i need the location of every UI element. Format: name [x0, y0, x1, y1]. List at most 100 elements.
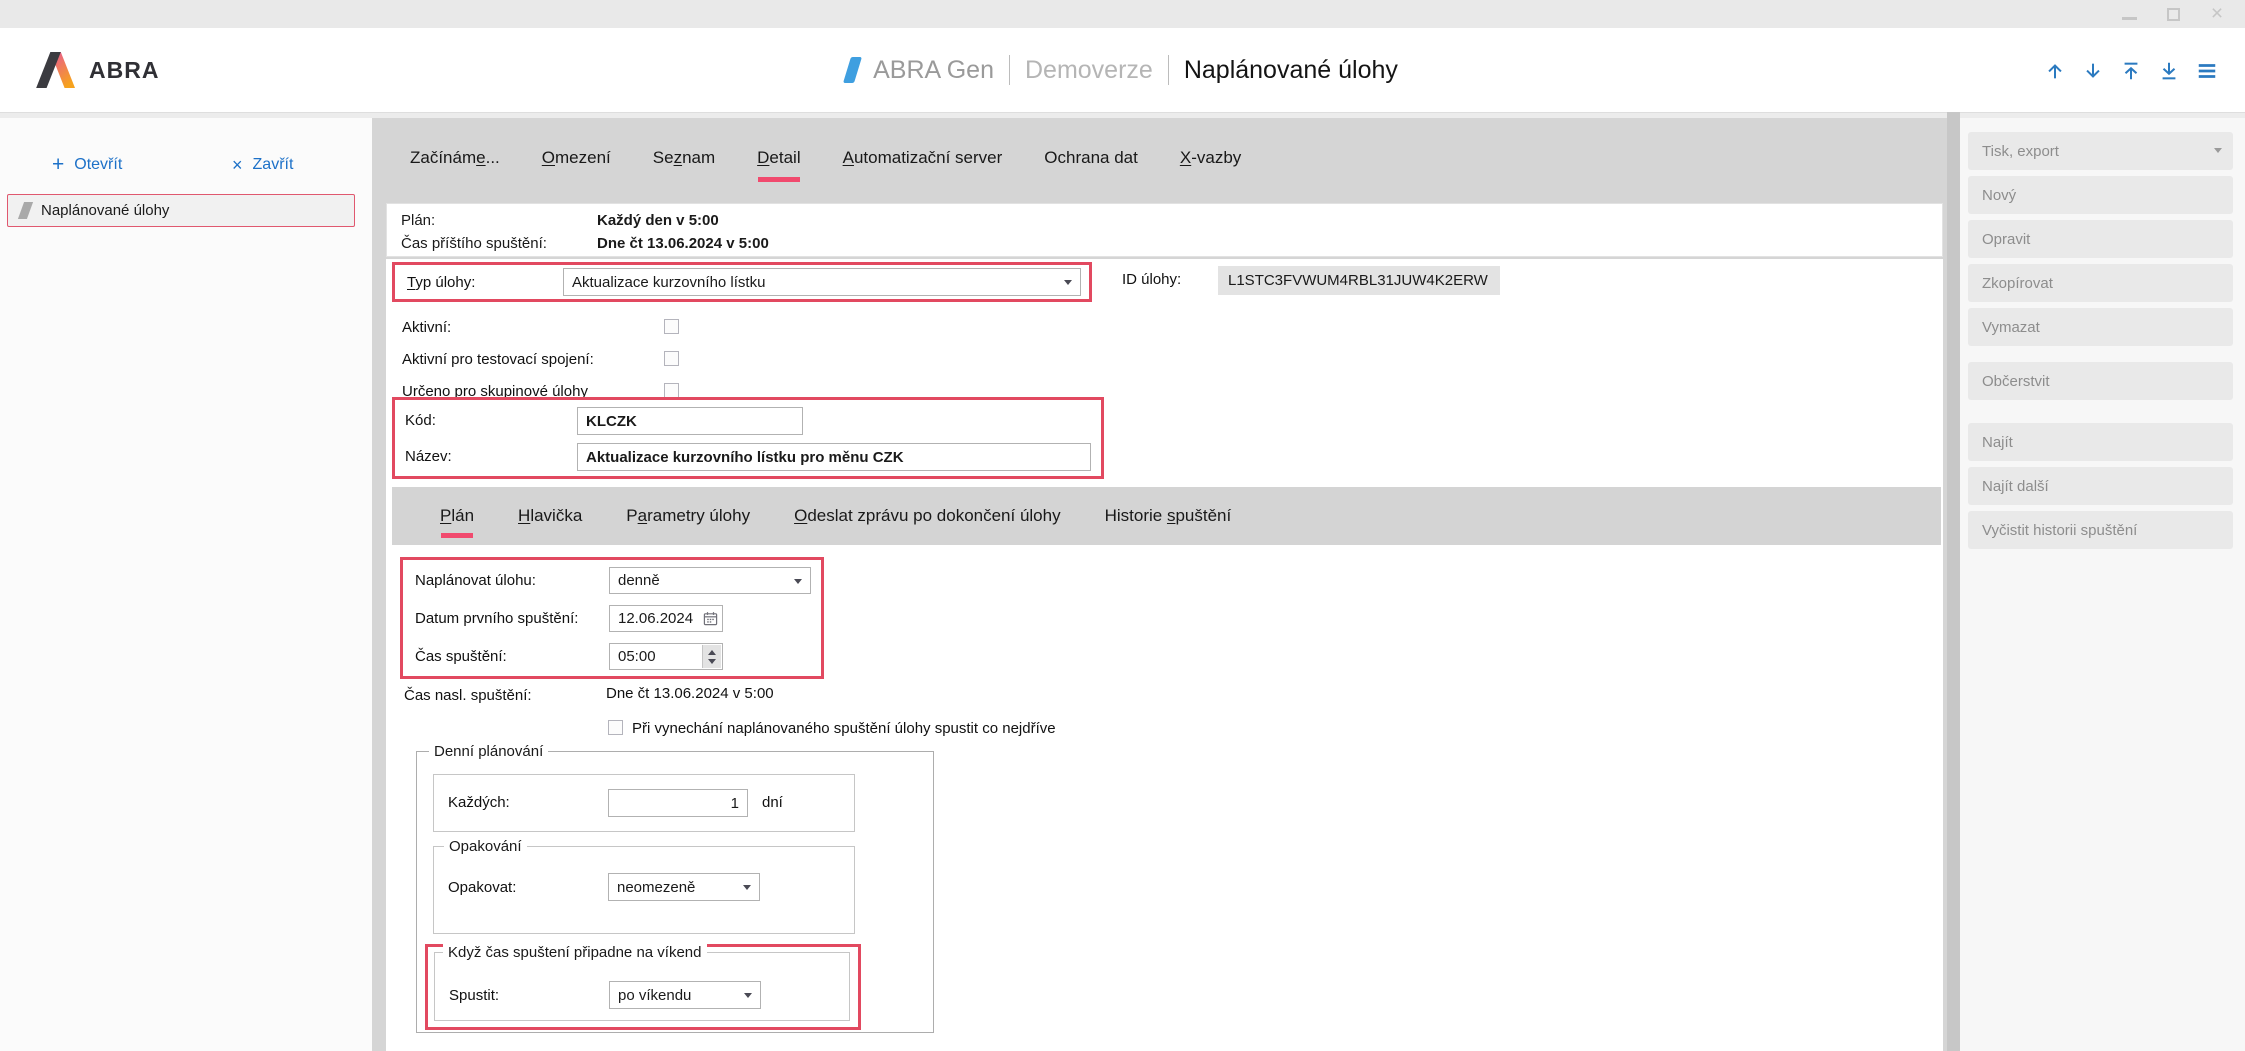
copy-button[interactable]: Zkopírovat — [1968, 264, 2233, 302]
weekend-run-dropdown[interactable]: po víkendu — [609, 981, 761, 1009]
subtab-historie-spusteni[interactable]: Historie spuštění — [1105, 506, 1232, 526]
weekend-run-label: Spustit: — [449, 987, 499, 1004]
active-checkbox[interactable] — [664, 319, 679, 334]
spinner-up-icon[interactable] — [708, 650, 716, 655]
new-label: Nový — [1982, 187, 2016, 204]
subtab-plan[interactable]: Plán — [440, 506, 474, 526]
tab-automatizacni-server[interactable]: Automatizační server — [843, 148, 1003, 168]
window-titlebar: × — [0, 0, 2245, 28]
schedule-highlight-box: Naplánovat úlohu: denně Datum prvního sp… — [400, 557, 824, 679]
group-task-checkbox[interactable] — [664, 383, 679, 398]
repeat-dropdown[interactable]: neomezeně — [608, 873, 760, 901]
arrow-up-icon[interactable] — [2042, 58, 2067, 83]
panel-divider[interactable] — [1947, 112, 1960, 1051]
schedule-dropdown[interactable]: denně — [609, 567, 811, 594]
action-panel: Tisk, export Nový Opravit Zkopírovat Vym… — [1960, 118, 2245, 1051]
daily-planning-title: Denní plánování — [429, 743, 548, 760]
next-run-value: Dne čt 13.06.2024 v 5:00 — [597, 232, 769, 255]
arrow-to-bottom-icon[interactable] — [2156, 58, 2181, 83]
arrow-down-icon[interactable] — [2080, 58, 2105, 83]
left-sidebar: + Otevřít × Zavřít Naplánované úlohy — [0, 118, 372, 1051]
code-label: Kód: — [405, 412, 436, 429]
code-name-highlight-box: Kód: KLCZK Název: Aktualizace kurzovního… — [392, 397, 1104, 479]
window-controls: × — [2121, 0, 2225, 28]
time-spinner[interactable] — [702, 645, 721, 668]
find-next-button[interactable]: Najít další — [1968, 467, 2233, 505]
next-run-label: Čas příštího spuštění: — [401, 232, 597, 255]
clear-history-label: Vyčistit historii spuštění — [1982, 522, 2137, 539]
chevron-down-icon — [2214, 148, 2222, 153]
main-content: Začínáme... Omezení Seznam Detail Automa… — [372, 118, 1947, 1051]
app-header: ABRA ABRA Gen Demoverze Naplánované úloh… — [0, 28, 2245, 113]
next-scheduled-value: Dne čt 13.06.2024 v 5:00 — [606, 685, 774, 702]
tab-zaciname[interactable]: Začínáme... — [410, 148, 500, 168]
every-n-days-box: Každých: 1 dní — [433, 774, 855, 832]
task-id-label: ID úlohy: — [1122, 271, 1181, 288]
menu-icon[interactable] — [2194, 58, 2219, 83]
open-button[interactable]: + Otevřít — [52, 156, 122, 174]
page-title: Naplánované úlohy — [1184, 56, 1398, 85]
next-scheduled-label: Čas nasl. spuštění: — [404, 687, 532, 704]
code-input[interactable]: KLCZK — [577, 407, 803, 435]
active-test-checkbox[interactable] — [664, 351, 679, 366]
arrow-to-top-icon[interactable] — [2118, 58, 2143, 83]
tab-seznam[interactable]: Seznam — [653, 148, 715, 168]
breadcrumb: ABRA Gen Demoverze Naplánované úlohy — [0, 28, 2245, 112]
plan-label: Plán: — [401, 209, 597, 232]
close-button-label: Zavřít — [253, 156, 294, 174]
calendar-icon[interactable] — [700, 608, 720, 629]
delete-button[interactable]: Vymazat — [1968, 308, 2233, 346]
breadcrumb-separator — [1168, 55, 1169, 85]
refresh-label: Občerstvit — [1982, 373, 2050, 390]
subtab-odeslat-zpravu[interactable]: Odeslat zprávu po dokončení úlohy — [794, 506, 1061, 526]
app-window: { "colors": {"accent_red": "#e24960", "a… — [0, 0, 2245, 1051]
repeat-group: Opakování Opakovat: neomezeně — [433, 846, 855, 934]
name-label: Název: — [405, 448, 452, 465]
tab-detail[interactable]: Detail — [757, 148, 800, 168]
clear-history-button[interactable]: Vyčistit historii spuštění — [1968, 511, 2233, 549]
task-type-value: Aktualizace kurzovního lístku — [572, 274, 765, 291]
edit-button[interactable]: Opravit — [1968, 220, 2233, 258]
spinner-down-icon[interactable] — [708, 659, 716, 664]
find-button[interactable]: Najít — [1968, 423, 2233, 461]
plan-value: Každý den v 5:00 — [597, 209, 719, 232]
detail-subtabs: Plán Hlavička Parametry úlohy Odeslat zp… — [392, 487, 1941, 545]
run-time-input[interactable]: 05:00 — [609, 643, 723, 670]
subtab-hlavicka[interactable]: Hlavička — [518, 506, 582, 526]
first-run-date-label: Datum prvního spuštění: — [415, 610, 578, 627]
every-input[interactable]: 1 — [608, 789, 748, 817]
close-icon[interactable]: × — [2209, 6, 2225, 22]
delete-label: Vymazat — [1982, 319, 2040, 336]
weekend-highlight-box: Když čas spuštení připadne na víkend Spu… — [425, 944, 861, 1030]
missed-run-checkbox-label: Při vynechání naplánovaného spuštění úlo… — [632, 720, 1056, 737]
tab-x-vazby[interactable]: X-vazby — [1180, 148, 1241, 168]
print-export-button[interactable]: Tisk, export — [1968, 132, 2233, 170]
missed-run-checkbox[interactable] — [608, 720, 623, 735]
find-label: Najít — [1982, 434, 2013, 451]
repeat-label: Opakovat: — [448, 879, 516, 896]
first-run-date-input[interactable]: 12.06.2024 — [609, 605, 723, 632]
refresh-button[interactable]: Občerstvit — [1968, 362, 2233, 400]
active-test-checkbox-label: Aktivní pro testovací spojení: — [402, 351, 594, 368]
run-time-value: 05:00 — [618, 648, 656, 665]
active-checkbox-label: Aktivní: — [402, 319, 451, 336]
open-button-label: Otevřít — [74, 156, 122, 174]
maximize-icon[interactable] — [2165, 6, 2181, 22]
breadcrumb-separator — [1009, 55, 1010, 85]
sidebar-tab-naplanovane-ulohy[interactable]: Naplánované úlohy — [7, 194, 355, 227]
close-tab-button[interactable]: × Zavřít — [232, 156, 293, 174]
new-button[interactable]: Nový — [1968, 176, 2233, 214]
tab-omezeni[interactable]: Omezení — [542, 148, 611, 168]
main-tabbar: Začínáme... Omezení Seznam Detail Automa… — [410, 118, 1241, 198]
task-type-dropdown[interactable]: Aktualizace kurzovního lístku — [563, 268, 1081, 296]
daily-planning-group: Denní plánování Každých: 1 dní Opakování… — [416, 751, 934, 1033]
weekend-group-title: Když čas spuštení připadne na víkend — [443, 944, 707, 961]
subtab-parametry-ulohy[interactable]: Parametry úlohy — [626, 506, 750, 526]
name-input[interactable]: Aktualizace kurzovního lístku pro měnu C… — [577, 443, 1091, 471]
schedule-value: denně — [618, 572, 660, 589]
plus-icon: + — [52, 157, 64, 173]
repeat-group-title: Opakování — [444, 838, 527, 855]
minimize-icon[interactable] — [2121, 6, 2137, 22]
tab-ochrana-dat[interactable]: Ochrana dat — [1044, 148, 1138, 168]
weekend-run-value: po víkendu — [618, 987, 691, 1004]
